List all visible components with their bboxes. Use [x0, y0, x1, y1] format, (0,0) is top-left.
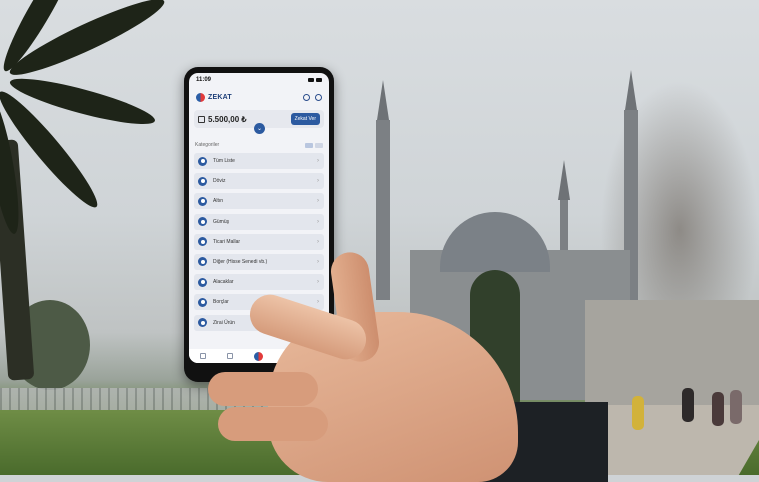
list-item[interactable]: Altın › — [194, 193, 324, 210]
status-bar: 11:09 — [189, 73, 329, 87]
chevron-right-icon: › — [317, 178, 319, 185]
item-label: Gümüş — [213, 218, 230, 225]
phone-icon[interactable] — [315, 93, 322, 101]
category-icon — [198, 196, 207, 206]
finger — [218, 407, 328, 441]
battery-icon — [316, 78, 322, 82]
amount-card: 5.500,00 ₺ Zekat Ver ⌄ — [194, 110, 324, 134]
person — [682, 388, 694, 422]
item-label: Ticari Mallar — [213, 238, 241, 245]
status-icons — [308, 78, 322, 82]
chevron-right-icon: › — [317, 158, 319, 164]
finger — [208, 372, 318, 406]
chevron-right-icon: › — [317, 198, 319, 205]
category-icon — [198, 237, 207, 247]
pay-zakat-button[interactable]: Zekat Ver — [290, 113, 320, 125]
list-item[interactable]: Döviz › — [194, 173, 324, 190]
app-header: ZEKAT — [189, 87, 329, 107]
category-icon — [198, 318, 207, 327]
grid-view-icon[interactable] — [315, 142, 323, 148]
category-icon — [198, 176, 207, 186]
home-icon[interactable] — [199, 353, 206, 359]
chevron-right-icon: › — [317, 218, 319, 225]
item-label: Altın — [213, 198, 224, 205]
person — [712, 392, 724, 426]
section-title: Kategoriler — [195, 142, 220, 148]
wallet-icon — [198, 115, 205, 123]
list-item[interactable]: Gümüş › — [194, 213, 324, 230]
person — [730, 390, 742, 424]
list-item[interactable]: Ticari Mallar › — [194, 233, 324, 250]
chevron-down-icon[interactable]: ⌄ — [254, 123, 265, 134]
hand-holding-phone — [208, 249, 608, 482]
status-time: 11:09 — [196, 77, 212, 83]
logo-icon — [196, 92, 205, 102]
chevron-right-icon: › — [317, 238, 319, 245]
view-toggle[interactable] — [305, 142, 323, 148]
category-icon — [198, 217, 207, 227]
category-icon — [198, 277, 207, 287]
category-icon — [198, 257, 207, 267]
category-icon — [198, 156, 207, 166]
category-icon — [198, 297, 207, 307]
list-view-icon[interactable] — [305, 142, 313, 148]
list-item[interactable]: Tüm Liste › — [194, 153, 324, 169]
signal-icon — [308, 78, 314, 82]
amount-display: 5.500,00 ₺ — [198, 115, 246, 124]
palm-tree — [0, 0, 190, 381]
amount-value: 5.500,00 ₺ — [208, 114, 247, 124]
item-label: Döviz — [213, 178, 226, 185]
brand-name: ZEKAT — [208, 93, 232, 101]
category-section-header: Kategoriler — [189, 140, 329, 150]
person — [632, 396, 644, 430]
item-label: Tüm Liste — [213, 158, 235, 164]
globe-icon[interactable] — [303, 93, 310, 101]
app-logo: ZEKAT — [196, 92, 232, 102]
